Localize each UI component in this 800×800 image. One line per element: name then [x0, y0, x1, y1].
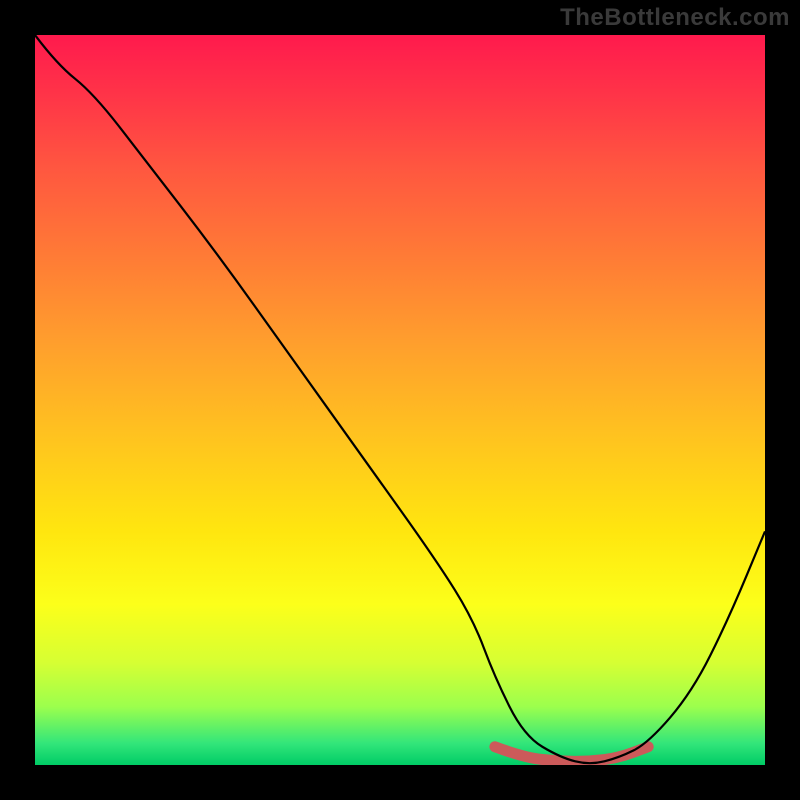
bottleneck-curve — [35, 35, 765, 763]
chart-frame: TheBottleneck.com — [0, 0, 800, 800]
chart-svg — [35, 35, 765, 765]
plot-area — [35, 35, 765, 765]
watermark-text: TheBottleneck.com — [560, 4, 790, 32]
